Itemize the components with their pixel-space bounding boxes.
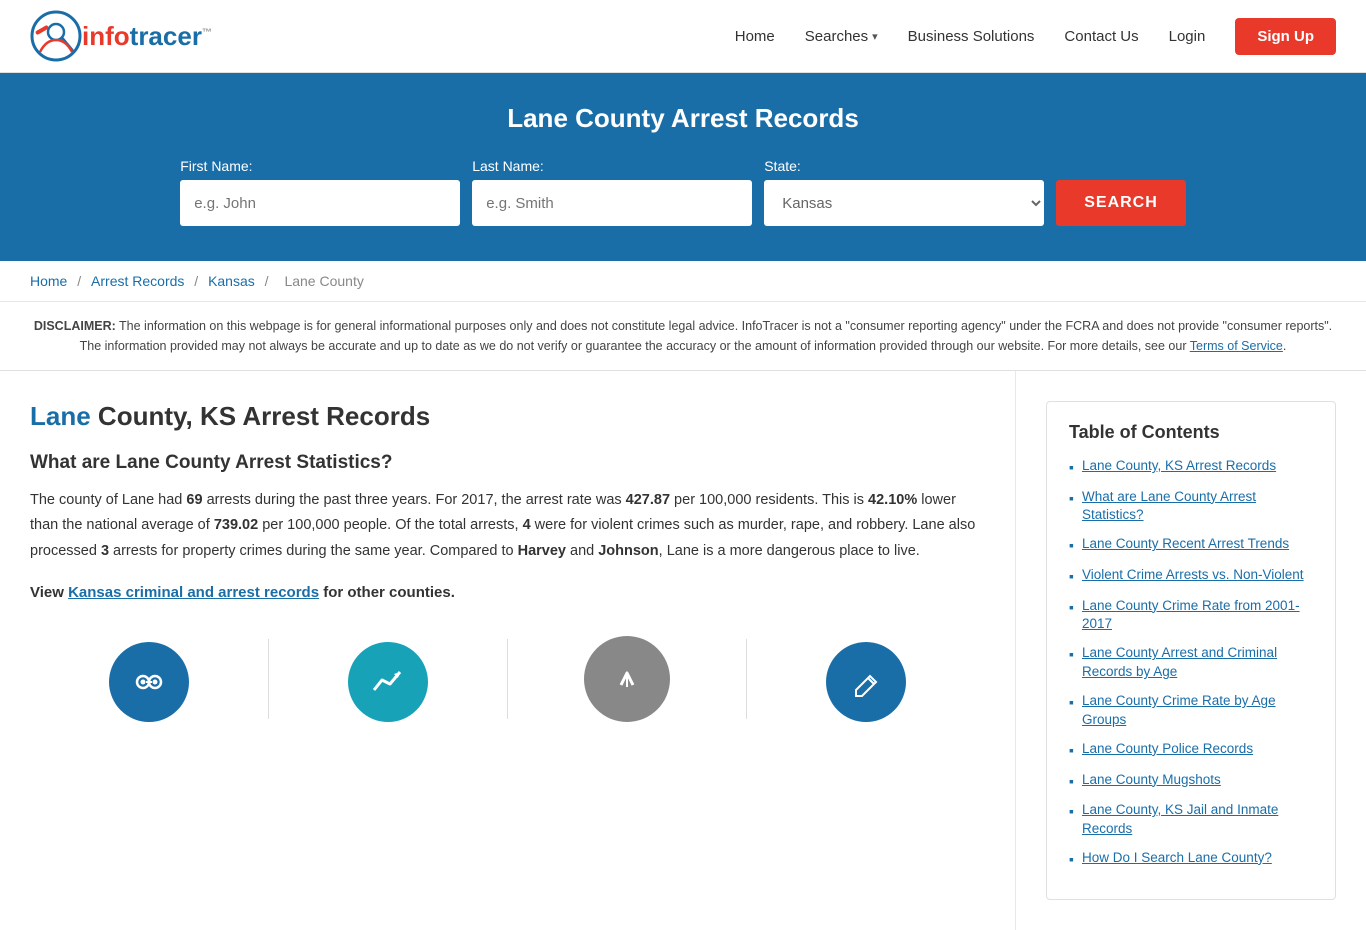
- toc-link[interactable]: Lane County Police Records: [1082, 740, 1253, 759]
- toc-link[interactable]: Lane County Crime Rate by Age Groups: [1082, 692, 1313, 730]
- national-avg: 739.02: [214, 517, 258, 533]
- breadcrumb-sep-3: /: [265, 273, 273, 289]
- nav-contact-us[interactable]: Contact Us: [1064, 28, 1138, 45]
- toc-link[interactable]: Lane County, KS Jail and Inmate Records: [1082, 801, 1313, 839]
- nav-searches[interactable]: Searches ▾: [805, 28, 878, 45]
- breadcrumb: Home / Arrest Records / Kansas / Lane Co…: [0, 261, 1366, 302]
- article-title-highlight: Lane: [30, 401, 91, 431]
- view-records-prefix: View: [30, 584, 68, 601]
- article-paragraph: The county of Lane had 69 arrests during…: [30, 488, 985, 564]
- breadcrumb-sep-2: /: [194, 273, 202, 289]
- disclaimer-text: The information on this webpage is for g…: [80, 319, 1333, 353]
- last-name-group: Last Name:: [472, 158, 752, 226]
- state-group: State: Alabama Alaska Arizona Arkansas C…: [764, 158, 1044, 226]
- nav-login[interactable]: Login: [1169, 28, 1206, 45]
- nav-business-solutions[interactable]: Business Solutions: [908, 28, 1035, 45]
- icon-block-trend: [269, 642, 507, 722]
- toc-link[interactable]: Lane County Arrest and Criminal Records …: [1082, 644, 1313, 682]
- icon-block-edit: [747, 642, 985, 722]
- chevron-down-icon: ▾: [872, 30, 878, 43]
- hero-banner: Lane County Arrest Records First Name: L…: [0, 73, 1366, 261]
- toc-title: Table of Contents: [1069, 422, 1313, 443]
- disclaimer-tos-link[interactable]: Terms of Service: [1190, 339, 1283, 353]
- arrest-icon: [109, 642, 189, 722]
- last-name-label: Last Name:: [472, 158, 544, 174]
- sidebar: Table of Contents Lane County, KS Arrest…: [1016, 371, 1336, 930]
- search-form: First Name: Last Name: State: Alabama Al…: [20, 158, 1346, 226]
- first-name-input[interactable]: [180, 180, 460, 226]
- property-count: 3: [101, 543, 109, 559]
- toc-link[interactable]: What are Lane County Arrest Statistics?: [1082, 488, 1313, 526]
- toc-item: Lane County Crime Rate by Age Groups: [1069, 692, 1313, 730]
- hero-title: Lane County Arrest Records: [20, 103, 1346, 134]
- icon-block-arrest: [30, 642, 268, 722]
- view-records-text: View Kansas criminal and arrest records …: [30, 580, 985, 606]
- toc-link[interactable]: Lane County Crime Rate from 2001-2017: [1082, 597, 1313, 635]
- main-nav: Home Searches ▾ Business Solutions Conta…: [735, 18, 1336, 55]
- arrest-rate: 427.87: [626, 492, 670, 508]
- trend-icon: [348, 642, 428, 722]
- main-content: Lane County, KS Arrest Records What are …: [30, 371, 1016, 930]
- toc-item: Lane County, KS Arrest Records: [1069, 457, 1313, 478]
- breadcrumb-arrest-records[interactable]: Arrest Records: [91, 273, 184, 289]
- nav-signup[interactable]: Sign Up: [1235, 18, 1336, 55]
- icons-row: [30, 626, 985, 722]
- icon-block-scroll: [508, 636, 746, 722]
- breadcrumb-lane-county: Lane County: [284, 273, 363, 289]
- content-wrapper: Lane County, KS Arrest Records What are …: [0, 371, 1366, 930]
- breadcrumb-kansas[interactable]: Kansas: [208, 273, 255, 289]
- toc-link[interactable]: Lane County, KS Arrest Records: [1082, 457, 1276, 476]
- toc-item: What are Lane County Arrest Statistics?: [1069, 488, 1313, 526]
- scroll-icon: [584, 636, 670, 722]
- toc-link[interactable]: Lane County Recent Arrest Trends: [1082, 535, 1289, 554]
- toc-item: Lane County Arrest and Criminal Records …: [1069, 644, 1313, 682]
- toc-link[interactable]: Lane County Mugshots: [1082, 771, 1221, 790]
- city2: Johnson: [598, 543, 658, 559]
- city1: Harvey: [518, 543, 566, 559]
- view-records-suffix: for other counties.: [319, 584, 455, 601]
- pct-lower: 42.10%: [868, 492, 917, 508]
- stats-heading: What are Lane County Arrest Statistics?: [30, 452, 985, 474]
- first-name-group: First Name:: [180, 158, 460, 226]
- first-name-label: First Name:: [180, 158, 252, 174]
- article-title-rest: County, KS Arrest Records: [91, 401, 431, 431]
- site-header: infotracer™ Home Searches ▾ Business Sol…: [0, 0, 1366, 73]
- disclaimer-bar: DISCLAIMER: The information on this webp…: [0, 302, 1366, 371]
- breadcrumb-home[interactable]: Home: [30, 273, 67, 289]
- search-button[interactable]: SEARCH: [1056, 180, 1186, 226]
- disclaimer-label: DISCLAIMER:: [34, 319, 116, 333]
- toc-link[interactable]: Violent Crime Arrests vs. Non-Violent: [1082, 566, 1304, 585]
- logo-text: infotracer™: [82, 23, 212, 49]
- article-title: Lane County, KS Arrest Records: [30, 401, 985, 432]
- toc-box: Table of Contents Lane County, KS Arrest…: [1046, 401, 1336, 900]
- toc-list: Lane County, KS Arrest Records What are L…: [1069, 457, 1313, 869]
- nav-home[interactable]: Home: [735, 28, 775, 45]
- toc-item: Lane County Mugshots: [1069, 771, 1313, 792]
- toc-item: Lane County Crime Rate from 2001-2017: [1069, 597, 1313, 635]
- view-records-link[interactable]: Kansas criminal and arrest records: [68, 584, 319, 601]
- breadcrumb-sep-1: /: [77, 273, 85, 289]
- last-name-input[interactable]: [472, 180, 752, 226]
- toc-item: Lane County Recent Arrest Trends: [1069, 535, 1313, 556]
- violent-count: 4: [523, 517, 531, 533]
- state-select[interactable]: Alabama Alaska Arizona Arkansas Californ…: [764, 180, 1044, 226]
- toc-item: Lane County, KS Jail and Inmate Records: [1069, 801, 1313, 839]
- toc-link[interactable]: How Do I Search Lane County?: [1082, 849, 1272, 868]
- toc-item: How Do I Search Lane County?: [1069, 849, 1313, 870]
- state-label: State:: [764, 158, 801, 174]
- logo[interactable]: infotracer™: [30, 10, 212, 62]
- toc-item: Violent Crime Arrests vs. Non-Violent: [1069, 566, 1313, 587]
- arrests-count: 69: [186, 492, 202, 508]
- toc-item: Lane County Police Records: [1069, 740, 1313, 761]
- edit-icon: [826, 642, 906, 722]
